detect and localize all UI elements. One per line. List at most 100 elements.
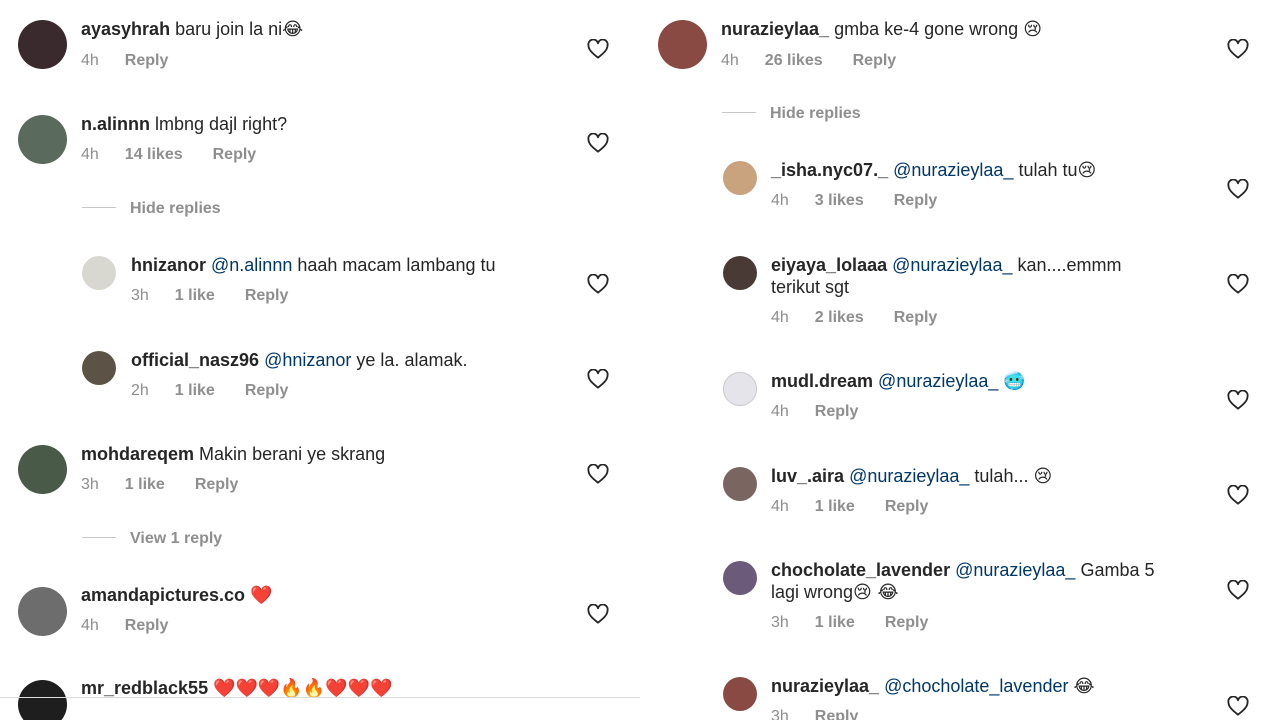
mention-link[interactable]: @nurazieylaa_: [955, 560, 1075, 580]
heart-icon[interactable]: [1227, 390, 1249, 410]
comment-username[interactable]: amandapictures.co: [81, 585, 245, 605]
comment-body: terikut sgt: [771, 277, 850, 297]
reply-button[interactable]: Reply: [853, 52, 897, 69]
reply-button[interactable]: Reply: [885, 498, 929, 515]
avatar[interactable]: [658, 20, 707, 69]
heart-icon[interactable]: [587, 39, 609, 59]
heart-icon[interactable]: [1227, 696, 1249, 716]
comment-text: mudl.dream @nurazieylaa_ 🥶: [771, 370, 1026, 393]
heart-icon[interactable]: [587, 464, 609, 484]
heart-icon[interactable]: [587, 604, 609, 624]
comment-text: _isha.nyc07._ @nurazieylaa_ tulah tu😢: [771, 159, 1096, 182]
mention-link[interactable]: @chocholate_lavender: [884, 676, 1068, 696]
comment-username[interactable]: mudl.dream: [771, 371, 873, 391]
likes-count[interactable]: 3 likes: [815, 192, 864, 209]
avatar[interactable]: [18, 445, 67, 494]
avatar[interactable]: [82, 351, 116, 385]
comment-username[interactable]: ayasyhrah: [81, 19, 170, 39]
comment-username[interactable]: nurazieylaa_: [771, 676, 879, 696]
comment-body: baru join la ni: [175, 19, 283, 39]
heart-icon[interactable]: [1227, 485, 1249, 505]
view-replies-button[interactable]: View 1 reply: [82, 529, 222, 549]
avatar[interactable]: [18, 20, 67, 69]
comment-body: kan....emmm: [1017, 255, 1122, 275]
comment-text: chocholate_lavender @nurazieylaa_ Gamba …: [771, 559, 1155, 581]
avatar[interactable]: [723, 161, 757, 195]
heart-icon[interactable]: [1227, 580, 1249, 600]
hide-replies-button[interactable]: Hide replies: [82, 199, 221, 219]
comment-username[interactable]: chocholate_lavender: [771, 560, 950, 580]
mention-link[interactable]: @nurazieylaa_: [878, 371, 998, 391]
likes-count[interactable]: 1 like: [175, 382, 215, 399]
reply-button[interactable]: Reply: [894, 192, 938, 209]
comment-username[interactable]: hnizanor: [131, 255, 206, 275]
avatar[interactable]: [82, 256, 116, 290]
reply-button[interactable]: Reply: [195, 476, 239, 493]
avatar[interactable]: [723, 256, 757, 290]
mention-link[interactable]: @n.alinnn: [211, 255, 292, 275]
heart-icon[interactable]: [1227, 179, 1249, 199]
avatar[interactable]: [723, 467, 757, 501]
likes-count[interactable]: 1 like: [125, 476, 165, 493]
avatar[interactable]: [723, 561, 757, 595]
comment-username[interactable]: mohdareqem: [81, 444, 194, 464]
mention-link[interactable]: @nurazieylaa_: [893, 160, 1013, 180]
heart-icon[interactable]: [1227, 39, 1249, 59]
comment-time: 4h: [771, 192, 789, 209]
heart-icon[interactable]: [1227, 274, 1249, 294]
comment-body: haah macam lambang tu: [297, 255, 496, 275]
comment-text-continued: terikut sgt: [771, 276, 849, 298]
comment-time: 2h: [131, 382, 149, 399]
comment-text: nurazieylaa_ gmba ke-4 gone wrong 😢: [721, 18, 1042, 41]
comment-username[interactable]: nurazieylaa_: [721, 19, 829, 39]
comment-username[interactable]: n.alinnn: [81, 114, 150, 134]
hide-replies-label: Hide replies: [770, 105, 861, 122]
likes-count[interactable]: 26 likes: [765, 52, 823, 69]
comment-username[interactable]: _isha.nyc07._: [771, 160, 888, 180]
comment-text-continued: lagi wrong😢 😂: [771, 581, 899, 604]
hide-replies-button[interactable]: Hide replies: [722, 104, 861, 124]
likes-count[interactable]: 1 like: [175, 287, 215, 304]
reply-button[interactable]: Reply: [885, 614, 929, 631]
likes-count[interactable]: 1 like: [815, 498, 855, 515]
mention-link[interactable]: @nurazieylaa_: [849, 466, 969, 486]
heart-icon[interactable]: [587, 274, 609, 294]
comment-body: Gamba 5: [1080, 560, 1155, 580]
reply-button[interactable]: Reply: [894, 309, 938, 326]
avatar[interactable]: [18, 587, 67, 636]
reply-button[interactable]: Reply: [245, 287, 289, 304]
likes-count[interactable]: 14 likes: [125, 146, 183, 163]
avatar[interactable]: [18, 680, 67, 720]
comment-emoji: 😢: [1077, 160, 1097, 181]
reply-button[interactable]: Reply: [125, 52, 169, 69]
comment-body: ye la. alamak.: [356, 350, 468, 370]
avatar[interactable]: [723, 677, 757, 711]
avatar[interactable]: [723, 372, 757, 406]
comment-time: 4h: [81, 52, 99, 69]
avatar[interactable]: [18, 115, 67, 164]
view-replies-label: View 1 reply: [130, 530, 223, 547]
mention-link[interactable]: @nurazieylaa_: [892, 255, 1012, 275]
reply-button[interactable]: Reply: [245, 382, 289, 399]
likes-count[interactable]: 1 like: [815, 614, 855, 631]
comment-username[interactable]: eiyaya_lolaaa: [771, 255, 887, 275]
mention-link[interactable]: @hnizanor: [264, 350, 351, 370]
comment-username[interactable]: luv_.aira: [771, 466, 844, 486]
reply-button[interactable]: Reply: [213, 146, 257, 163]
reply-button[interactable]: Reply: [815, 403, 859, 420]
comment-text: official_nasz96 @hnizanor ye la. alamak.: [131, 349, 467, 371]
comment-body: lmbng dajl right?: [155, 114, 288, 134]
comments-panel-right: nurazieylaa_ gmba ke-4 gone wrong 😢 4h 26…: [640, 0, 1280, 720]
comment-text: nurazieylaa_ @chocholate_lavender 😂: [771, 675, 1095, 698]
heart-icon[interactable]: [587, 133, 609, 153]
comment-text: amandapictures.co ❤️: [81, 584, 273, 607]
heart-icon[interactable]: [587, 369, 609, 389]
comment-body: tulah tu: [1018, 160, 1078, 180]
comment-username[interactable]: mr_redblack55: [81, 678, 208, 698]
reply-button[interactable]: Reply: [815, 708, 859, 720]
comment-username[interactable]: official_nasz96: [131, 350, 259, 370]
comment-body: tulah...: [974, 466, 1029, 486]
likes-count[interactable]: 2 likes: [815, 309, 864, 326]
comment-text: luv_.aira @nurazieylaa_ tulah... 😢: [771, 465, 1052, 488]
reply-button[interactable]: Reply: [125, 617, 169, 634]
